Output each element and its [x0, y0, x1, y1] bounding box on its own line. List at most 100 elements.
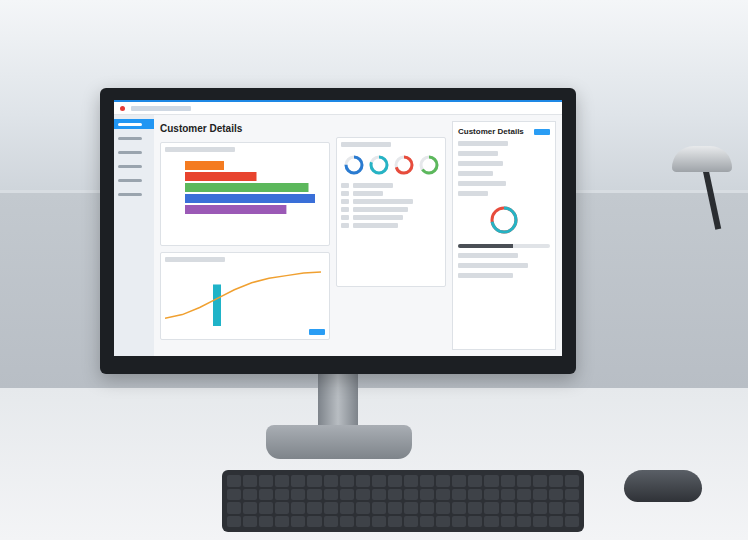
keyboard-key[interactable]: [259, 516, 273, 528]
keyboard-key[interactable]: [517, 475, 531, 487]
keyboard-key[interactable]: [565, 516, 579, 528]
keyboard-key[interactable]: [404, 502, 418, 514]
keyboard-key[interactable]: [565, 475, 579, 487]
keyboard-key[interactable]: [324, 489, 338, 501]
keyboard-key[interactable]: [388, 475, 402, 487]
keyboard-key[interactable]: [484, 489, 498, 501]
bar-chart-card: [160, 142, 330, 246]
keyboard-key[interactable]: [259, 502, 273, 514]
keyboard-key[interactable]: [549, 489, 563, 501]
keyboard-key[interactable]: [372, 475, 386, 487]
keyboard-key[interactable]: [436, 502, 450, 514]
keyboard-key[interactable]: [388, 516, 402, 528]
keyboard-key[interactable]: [404, 489, 418, 501]
keyboard-key[interactable]: [452, 516, 466, 528]
keyboard-key[interactable]: [356, 502, 370, 514]
keyboard-key[interactable]: [549, 502, 563, 514]
keyboard-key[interactable]: [452, 489, 466, 501]
keyboard-key[interactable]: [484, 475, 498, 487]
address-bar[interactable]: [131, 106, 191, 111]
sidebar-item[interactable]: [114, 147, 154, 157]
keyboard-key[interactable]: [501, 516, 515, 528]
keyboard-key[interactable]: [307, 502, 321, 514]
mouse[interactable]: [624, 470, 702, 502]
keyboard-key[interactable]: [501, 489, 515, 501]
keyboard-key[interactable]: [533, 475, 547, 487]
keyboard-key[interactable]: [420, 489, 434, 501]
keyboard-key[interactable]: [291, 516, 305, 528]
keyboard-key[interactable]: [468, 516, 482, 528]
keyboard-key[interactable]: [307, 489, 321, 501]
keyboard-key[interactable]: [275, 516, 289, 528]
sidebar-item[interactable]: [114, 119, 154, 129]
keyboard-key[interactable]: [565, 502, 579, 514]
keyboard-key[interactable]: [227, 502, 241, 514]
keyboard-key[interactable]: [356, 489, 370, 501]
keyboard-key[interactable]: [356, 516, 370, 528]
keyboard-key[interactable]: [404, 516, 418, 528]
keyboard-key[interactable]: [243, 475, 257, 487]
keyboard-key[interactable]: [549, 516, 563, 528]
keyboard-key[interactable]: [259, 475, 273, 487]
keyboard-key[interactable]: [275, 489, 289, 501]
keyboard-key[interactable]: [388, 489, 402, 501]
keyboard-key[interactable]: [468, 475, 482, 487]
keyboard-key[interactable]: [420, 516, 434, 528]
keyboard-key[interactable]: [452, 475, 466, 487]
keyboard-key[interactable]: [533, 489, 547, 501]
keyboard-key[interactable]: [356, 475, 370, 487]
keyboard-key[interactable]: [533, 516, 547, 528]
keyboard-key[interactable]: [324, 475, 338, 487]
keyboard-key[interactable]: [484, 516, 498, 528]
keyboard-key[interactable]: [291, 475, 305, 487]
keyboard-key[interactable]: [533, 502, 547, 514]
keyboard-key[interactable]: [243, 502, 257, 514]
keyboard-key[interactable]: [291, 502, 305, 514]
keyboard-key[interactable]: [372, 502, 386, 514]
keyboard-key[interactable]: [549, 475, 563, 487]
keyboard-key[interactable]: [227, 475, 241, 487]
keyboard-key[interactable]: [259, 489, 273, 501]
keyboard-key[interactable]: [227, 489, 241, 501]
keyboard-key[interactable]: [324, 516, 338, 528]
keyboard-key[interactable]: [372, 489, 386, 501]
keyboard-key[interactable]: [517, 502, 531, 514]
keyboard-key[interactable]: [420, 502, 434, 514]
keyboard-key[interactable]: [243, 489, 257, 501]
keyboard-key[interactable]: [468, 489, 482, 501]
keyboard-key[interactable]: [307, 475, 321, 487]
panel-button[interactable]: [534, 129, 550, 135]
sidebar-item[interactable]: [114, 189, 154, 199]
keyboard-key[interactable]: [340, 502, 354, 514]
keyboard-key[interactable]: [501, 502, 515, 514]
keyboard-key[interactable]: [452, 502, 466, 514]
keyboard-key[interactable]: [404, 475, 418, 487]
keyboard-key[interactable]: [291, 489, 305, 501]
keyboard-key[interactable]: [484, 502, 498, 514]
keyboard-key[interactable]: [275, 475, 289, 487]
keyboard-key[interactable]: [517, 516, 531, 528]
keyboard-key[interactable]: [227, 516, 241, 528]
keyboard-key[interactable]: [436, 475, 450, 487]
keyboard-key[interactable]: [420, 475, 434, 487]
keyboard-key[interactable]: [243, 516, 257, 528]
keyboard-key[interactable]: [388, 502, 402, 514]
keyboard-key[interactable]: [565, 489, 579, 501]
keyboard[interactable]: [222, 470, 584, 532]
keyboard-key[interactable]: [340, 475, 354, 487]
keyboard-key[interactable]: [468, 502, 482, 514]
keyboard-key[interactable]: [340, 489, 354, 501]
sidebar-item[interactable]: [114, 133, 154, 143]
keyboard-key[interactable]: [275, 502, 289, 514]
keyboard-key[interactable]: [436, 516, 450, 528]
keyboard-key[interactable]: [324, 502, 338, 514]
sidebar-item[interactable]: [114, 161, 154, 171]
keyboard-key[interactable]: [307, 516, 321, 528]
keyboard-key[interactable]: [340, 516, 354, 528]
keyboard-key[interactable]: [517, 489, 531, 501]
sidebar-item[interactable]: [114, 175, 154, 185]
keyboard-key[interactable]: [372, 516, 386, 528]
chart-button[interactable]: [309, 329, 325, 335]
keyboard-key[interactable]: [501, 475, 515, 487]
keyboard-key[interactable]: [436, 489, 450, 501]
